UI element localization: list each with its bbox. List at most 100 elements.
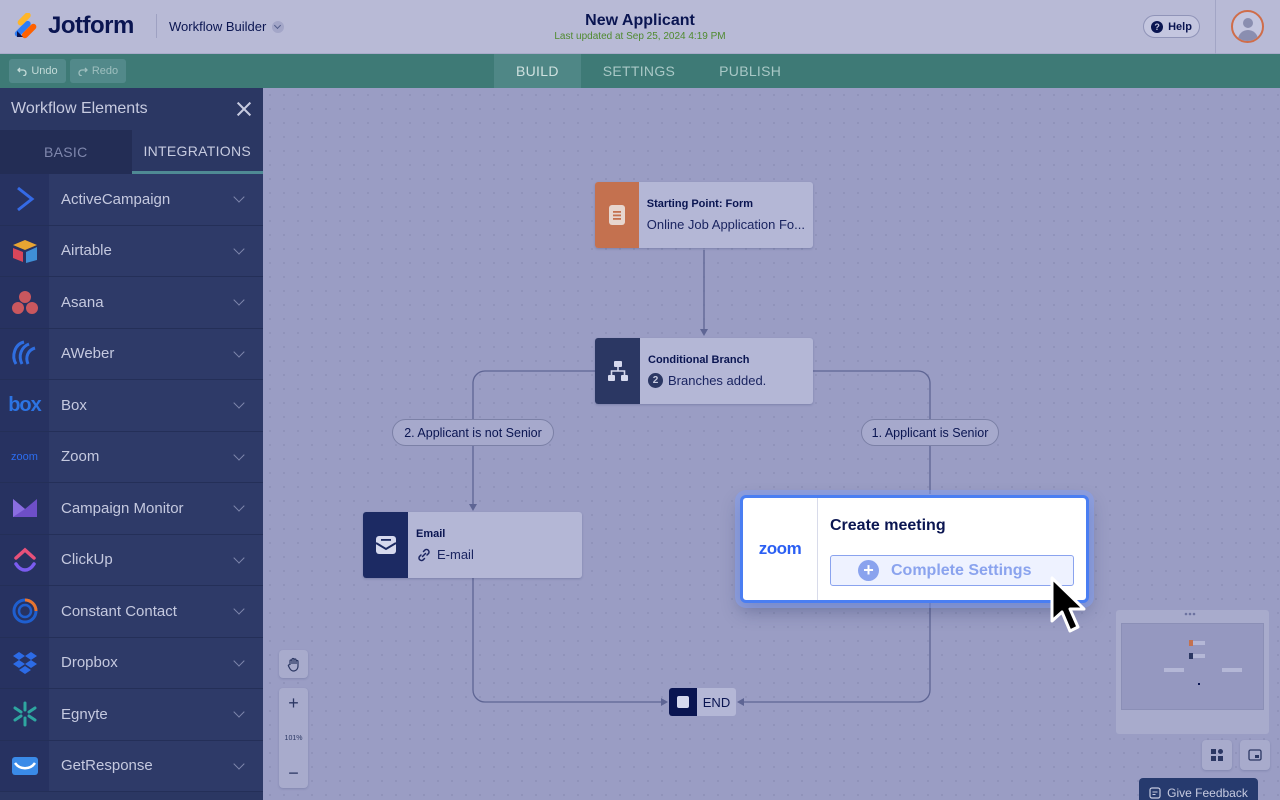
starting-point-node[interactable]: Starting Point: Form Online Job Applicat…	[595, 182, 813, 248]
zoom-level: 101%	[284, 734, 303, 742]
zoom-create-meeting-card[interactable]: zoom Create meeting + Complete Settings	[740, 495, 1089, 603]
minimap-preview	[1164, 640, 1242, 685]
hand-tool-button[interactable]	[279, 650, 308, 678]
sidebar-item-label: Box	[61, 396, 87, 414]
end-node[interactable]: END	[669, 688, 736, 716]
complete-settings-button[interactable]: + Complete Settings	[830, 555, 1074, 586]
sidebar-item-aweber[interactable]: AWeber	[0, 328, 263, 380]
sidebar-title: Workflow Elements	[11, 100, 148, 117]
sidebar-item-zoom[interactable]: zoom Zoom	[0, 431, 263, 483]
sidebar-item-label: Zoom	[61, 448, 100, 466]
logo-text: Jotform	[48, 12, 134, 39]
clickup-icon	[0, 534, 49, 585]
header-divider	[156, 14, 157, 38]
link-icon	[418, 548, 430, 561]
undo-label: Undo	[31, 65, 58, 77]
chevron-down-icon	[233, 346, 245, 358]
tab-integrations[interactable]: INTEGRATIONS	[131, 130, 263, 174]
layout-button[interactable]	[1202, 740, 1232, 770]
sidebar-item-egnyte[interactable]: Egnyte	[0, 689, 263, 741]
node-subtitle-row: 2 Branches added.	[648, 373, 766, 388]
end-label: END	[702, 694, 731, 710]
mouse-pointer-icon	[1050, 576, 1086, 633]
branch-label-senior[interactable]: 1. Applicant is Senior	[861, 419, 999, 446]
close-icon[interactable]	[236, 101, 252, 117]
sidebar-item-clickup[interactable]: ClickUp	[0, 534, 263, 586]
sidebar-item-label: AWeber	[61, 345, 115, 363]
activecampaign-icon	[0, 174, 49, 225]
undo-icon	[17, 67, 27, 76]
chevron-down-icon	[233, 706, 245, 718]
top-header: Jotform Workflow Builder New Applicant L…	[0, 0, 1280, 54]
sidebar-item-asana[interactable]: Asana	[0, 277, 263, 329]
sidebar-item-getresponse[interactable]: GetResponse	[0, 740, 263, 792]
sidebar-item-label: Constant Contact	[61, 602, 177, 620]
aweber-icon	[0, 328, 49, 379]
sidebar-item-constant-contact[interactable]: Constant Contact	[0, 586, 263, 638]
help-button[interactable]: ? Help	[1143, 15, 1200, 38]
sidebar-item-campaign-monitor[interactable]: Campaign Monitor	[0, 483, 263, 535]
sidebar-item-label: Asana	[61, 293, 104, 311]
plus-icon: +	[858, 560, 879, 581]
zoom-controls: + 101% −	[279, 688, 308, 788]
undo-button[interactable]: Undo	[9, 59, 66, 83]
zoom-icon-text: zoom	[11, 450, 38, 463]
sidebar-tabs: BASIC INTEGRATIONS	[0, 130, 263, 174]
node-title: Starting Point: Form	[646, 198, 754, 210]
getresponse-icon	[0, 740, 49, 791]
box-icon: box	[0, 380, 49, 431]
zoom-out-button[interactable]: −	[288, 762, 299, 784]
conditional-branch-node[interactable]: Conditional Branch 2 Branches added.	[595, 338, 813, 404]
zoom-in-button[interactable]: +	[288, 692, 299, 714]
node-title: Conditional Branch	[648, 354, 750, 366]
sidebar-item-label: GetResponse	[61, 757, 153, 775]
sidebar-item-airtable[interactable]: Airtable	[0, 225, 263, 277]
tab-settings[interactable]: SETTINGS	[581, 54, 697, 88]
chevron-down-icon	[233, 397, 245, 409]
chevron-down-icon	[233, 294, 245, 306]
sidebar-item-activecampaign[interactable]: ActiveCampaign	[0, 174, 263, 226]
sidebar-item-dropbox[interactable]: Dropbox	[0, 637, 263, 689]
question-icon: ?	[1151, 20, 1164, 33]
redo-icon	[78, 67, 88, 76]
chevron-down-icon	[233, 243, 245, 255]
chevron-down-icon	[233, 758, 245, 770]
sidebar-header: Workflow Elements	[0, 88, 263, 130]
minimap[interactable]	[1116, 610, 1269, 734]
email-icon	[363, 512, 408, 578]
chevron-down-icon	[233, 191, 245, 203]
egnyte-icon	[0, 689, 49, 740]
workflow-canvas[interactable]: Starting Point: Form Online Job Applicat…	[263, 88, 1280, 800]
jotform-logo[interactable]: Jotform	[14, 12, 134, 40]
node-subtitle: Online Job Application Fo...	[646, 217, 805, 232]
minimap-toggle-button[interactable]	[1240, 740, 1270, 770]
chevron-down-icon	[233, 603, 245, 615]
chevron-down-icon	[233, 552, 245, 564]
tab-build[interactable]: BUILD	[494, 54, 581, 88]
redo-button[interactable]: Redo	[70, 59, 126, 83]
feedback-icon	[1149, 787, 1161, 799]
dropbox-icon	[0, 637, 49, 688]
sidebar-item-label: Campaign Monitor	[61, 499, 184, 517]
workflow-elements-sidebar: Workflow Elements BASIC INTEGRATIONS Act…	[0, 88, 263, 800]
asana-icon	[0, 277, 49, 328]
chevron-down-icon	[233, 500, 245, 512]
chevron-down-icon	[233, 655, 245, 667]
minimap-handle-icon	[1184, 612, 1196, 616]
workflow-builder-dropdown[interactable]: Workflow Builder	[169, 19, 285, 34]
node-subtitle: E-mail	[437, 547, 474, 562]
tab-publish[interactable]: PUBLISH	[697, 54, 803, 88]
avatar-head-icon	[1243, 18, 1253, 28]
chevron-down-icon	[272, 20, 285, 33]
sidebar-item-label: Egnyte	[61, 705, 108, 723]
branch-label-not-senior[interactable]: 2. Applicant is not Senior	[392, 419, 554, 446]
email-node[interactable]: Email E-mail	[363, 512, 582, 578]
sidebar-item-label: ClickUp	[61, 551, 113, 569]
sidebar-item-label: ActiveCampaign	[61, 190, 171, 208]
sidebar-item-label: Dropbox	[61, 654, 118, 672]
avatar[interactable]	[1231, 10, 1264, 43]
tab-basic[interactable]: BASIC	[0, 130, 132, 174]
main-tabs: BUILD SETTINGS PUBLISH	[494, 54, 803, 88]
sidebar-item-box[interactable]: box Box	[0, 380, 263, 432]
give-feedback-button[interactable]: Give Feedback	[1139, 778, 1258, 800]
